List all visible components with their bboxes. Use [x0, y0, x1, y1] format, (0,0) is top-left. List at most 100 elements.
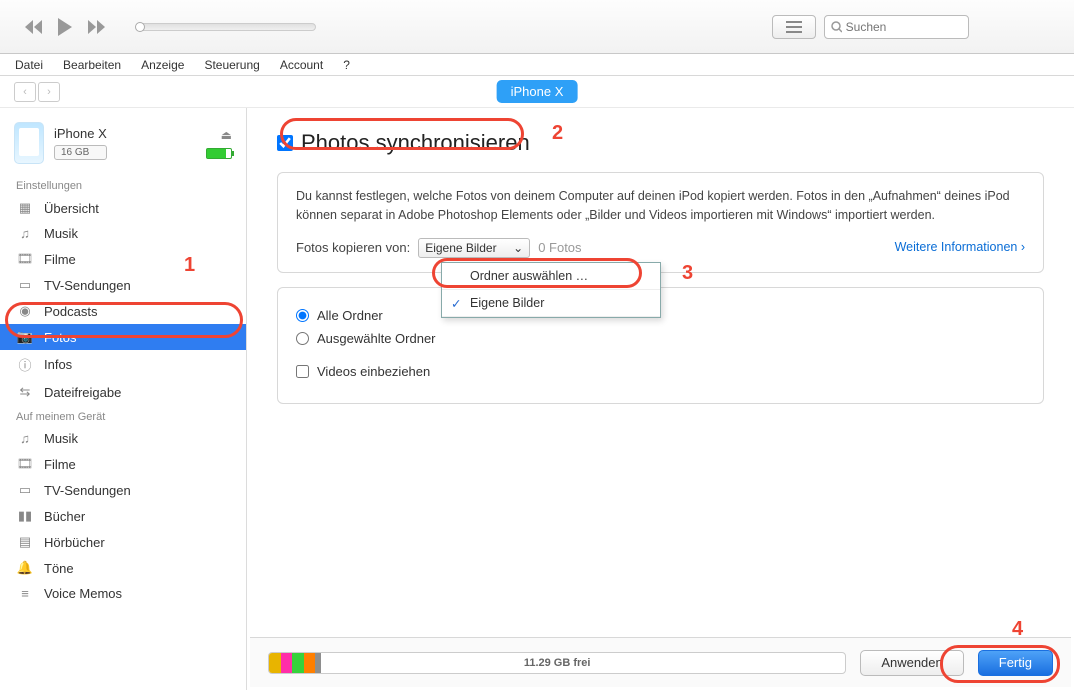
volume-slider[interactable] [136, 23, 316, 31]
nav-forward-button[interactable]: › [38, 82, 60, 102]
sidebar-item-podcasts[interactable]: ◉ Podcasts [0, 298, 246, 324]
radio-selected-label: Ausgewählte Ordner [317, 331, 436, 346]
sidebar-item-fotos[interactable]: 📷 Fotos [0, 324, 246, 350]
copy-from-select[interactable]: Eigene Bilder ⌄ [418, 238, 530, 258]
menu-bearbeiten[interactable]: Bearbeiten [60, 56, 124, 74]
sidebar-item-label: Töne [44, 561, 74, 576]
radio-selected-folders[interactable] [296, 332, 309, 345]
sync-photos-checkbox[interactable] [277, 135, 293, 151]
include-videos-checkbox[interactable] [296, 365, 309, 378]
device-block: iPhone X 16 GB ⏏ [0, 116, 246, 174]
sidebar-item-infos[interactable]: ⓘ Infos [0, 350, 246, 379]
tile-icon: ▦ [16, 200, 34, 216]
music-note-icon: ♫ [16, 226, 34, 241]
tv-icon: ▭ [16, 482, 34, 498]
sidebar-item-label: Hörbücher [44, 535, 105, 550]
include-videos-label: Videos einbeziehen [317, 364, 430, 379]
menu-help[interactable]: ? [340, 56, 353, 74]
waveform-icon: ≡ [16, 586, 34, 601]
copy-from-label: Fotos kopieren von: [296, 238, 410, 258]
ondevice-item-buecher[interactable]: ▮▮Bücher [0, 503, 246, 529]
sidebar-item-tv[interactable]: ▭ TV-Sendungen [0, 272, 246, 298]
play-icon[interactable] [58, 18, 74, 36]
toolbar [0, 0, 1074, 54]
storage-segment [281, 653, 293, 673]
list-view-button[interactable] [772, 15, 816, 39]
tv-icon: ▭ [16, 277, 34, 293]
chevron-updown-icon: ⌄ [513, 239, 523, 258]
storage-bar: 11.29 GB frei [268, 652, 846, 674]
dropdown-own-pictures[interactable]: Eigene Bilder [442, 290, 660, 317]
apply-button[interactable]: Anwenden [860, 650, 963, 676]
sidebar-item-label: Bücher [44, 509, 85, 524]
previous-track-icon[interactable] [24, 20, 44, 34]
ondevice-item-toene[interactable]: 🔔 Töne [0, 555, 246, 581]
menu-steuerung[interactable]: Steuerung [201, 56, 262, 74]
search-input[interactable] [824, 15, 969, 39]
search-icon [831, 21, 842, 33]
radio-all-folders[interactable] [296, 309, 309, 322]
menu-datei[interactable]: Datei [12, 56, 46, 74]
bell-icon: 🔔 [16, 560, 34, 576]
menubar: Datei Bearbeiten Anzeige Steuerung Accou… [0, 54, 1074, 76]
ondevice-item-hoerbuecher[interactable]: ▤ Hörbücher [0, 529, 246, 555]
folder-dropdown: Ordner auswählen … Eigene Bilder [441, 262, 661, 318]
eject-icon[interactable]: ⏏ [221, 128, 232, 142]
sidebar-item-label: Infos [44, 357, 72, 372]
storage-segment [304, 653, 316, 673]
sidebar-item-label: Übersicht [44, 201, 99, 216]
device-thumbnail-icon [14, 122, 44, 164]
dropdown-choose-folder[interactable]: Ordner auswählen … [442, 263, 660, 290]
sidebar-item-musik[interactable]: ♫ Musik [0, 221, 246, 246]
ondevice-item-voicememos[interactable]: ≡Voice Memos [0, 581, 246, 606]
sidebar-item-label: Musik [44, 226, 78, 241]
storage-segment [292, 653, 304, 673]
ondevice-item-filme[interactable]: 🎞Filme [0, 451, 246, 477]
ondevice-item-musik[interactable]: ♫ Musik [0, 426, 246, 451]
annotation-number-2: 2 [552, 122, 563, 145]
annotation-number-1: 1 [184, 254, 195, 277]
ondevice-item-tv[interactable]: ▭ TV-Sendungen [0, 477, 246, 503]
settings-header: Einstellungen [0, 174, 246, 195]
sidebar-item-label: Filme [44, 252, 76, 267]
audiobook-icon: ▤ [16, 534, 34, 550]
info-box: Du kannst festlegen, welche Fotos von de… [277, 172, 1044, 273]
next-track-icon[interactable] [88, 20, 108, 34]
device-pill[interactable]: iPhone X [497, 80, 578, 103]
sidebar-item-label: Filme [44, 457, 76, 472]
camera-icon: 📷 [16, 329, 34, 345]
music-note-icon: ♫ [16, 431, 34, 446]
select-value: Eigene Bilder [425, 239, 496, 258]
annotation-number-4: 4 [1012, 618, 1023, 641]
bottom-bar: 11.29 GB frei Anwenden Fertig [250, 637, 1071, 687]
sidebar-item-label: TV-Sendungen [44, 278, 131, 293]
sidebar: iPhone X 16 GB ⏏ Einstellungen ▦ Übersich… [0, 108, 247, 690]
storage-segment [315, 653, 321, 673]
sidebar-item-label: Fotos [44, 330, 77, 345]
photo-count: 0 Fotos [538, 238, 581, 258]
sidebar-item-label: Podcasts [44, 304, 97, 319]
annotation-number-3: 3 [682, 262, 693, 285]
battery-icon [206, 148, 232, 159]
more-info-link[interactable]: Weitere Informationen › [895, 238, 1025, 257]
device-name: iPhone X [54, 126, 107, 141]
sidebar-item-filme[interactable]: 🎞 Filme [0, 246, 246, 272]
sidebar-item-uebersicht[interactable]: ▦ Übersicht [0, 195, 246, 221]
main-pane: Photos synchronisieren Du kannst festleg… [247, 108, 1074, 690]
podcast-icon: ◉ [16, 303, 34, 319]
done-button[interactable]: Fertig [978, 650, 1053, 676]
menu-anzeige[interactable]: Anzeige [138, 56, 187, 74]
info-icon: ⓘ [16, 355, 34, 374]
sidebar-item-dateifreigabe[interactable]: ⇆Dateifreigabe [0, 379, 246, 405]
radio-all-label: Alle Ordner [317, 308, 383, 323]
sidebar-item-label: TV-Sendungen [44, 483, 131, 498]
sidebar-item-label: Dateifreigabe [44, 385, 121, 400]
menu-account[interactable]: Account [277, 56, 326, 74]
capacity-badge: 16 GB [54, 145, 107, 160]
sync-photos-label: Photos synchronisieren [301, 130, 530, 156]
search-field[interactable] [846, 20, 962, 34]
film-icon: 🎞 [16, 251, 34, 267]
storage-free-label: 11.29 GB frei [524, 657, 591, 669]
nav-back-button[interactable]: ‹ [14, 82, 36, 102]
sidebar-item-label: Musik [44, 431, 78, 446]
